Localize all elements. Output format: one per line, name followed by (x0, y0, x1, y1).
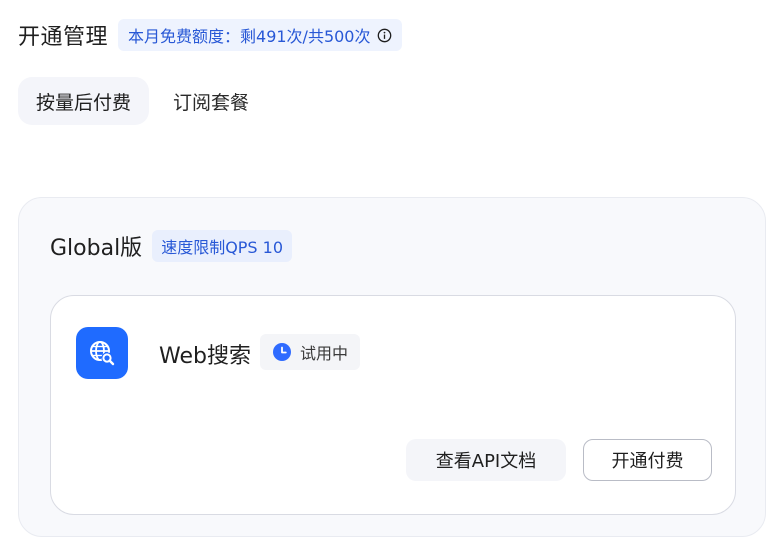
service-card-web-search: Web搜索 试用中 查看API文档 开通付费 (50, 295, 736, 515)
plan-panel: Global版 速度限制QPS 10 Web搜索 试用中 查看API文档 开通付… (18, 197, 766, 537)
plan-title: Global版 (50, 236, 143, 261)
billing-tabs: 按量后付费 订阅套餐 (18, 77, 267, 125)
trial-status-badge: 试用中 (260, 334, 361, 370)
rate-limit-badge: 速度限制QPS 10 (152, 230, 293, 262)
page-title: 开通管理 (18, 25, 109, 50)
tab-subscription[interactable]: 订阅套餐 (155, 77, 267, 125)
tab-pay-as-you-go[interactable]: 按量后付费 (18, 77, 150, 125)
service-name: Web搜索 (159, 344, 251, 369)
activate-payment-button[interactable]: 开通付费 (583, 439, 712, 481)
clock-icon (272, 342, 292, 362)
free-quota-text: 本月免费额度：剩491次/共500次 (128, 27, 371, 46)
free-quota-badge: 本月免费额度：剩491次/共500次 (118, 19, 402, 51)
trial-status-text: 试用中 (300, 344, 349, 363)
globe-search-icon (76, 327, 128, 379)
page-header: 开通管理 本月免费额度：剩491次/共500次 (18, 18, 402, 52)
view-api-docs-button[interactable]: 查看API文档 (406, 439, 566, 481)
info-circle-icon[interactable] (377, 28, 392, 43)
plan-header: Global版 速度限制QPS 10 (50, 230, 293, 262)
